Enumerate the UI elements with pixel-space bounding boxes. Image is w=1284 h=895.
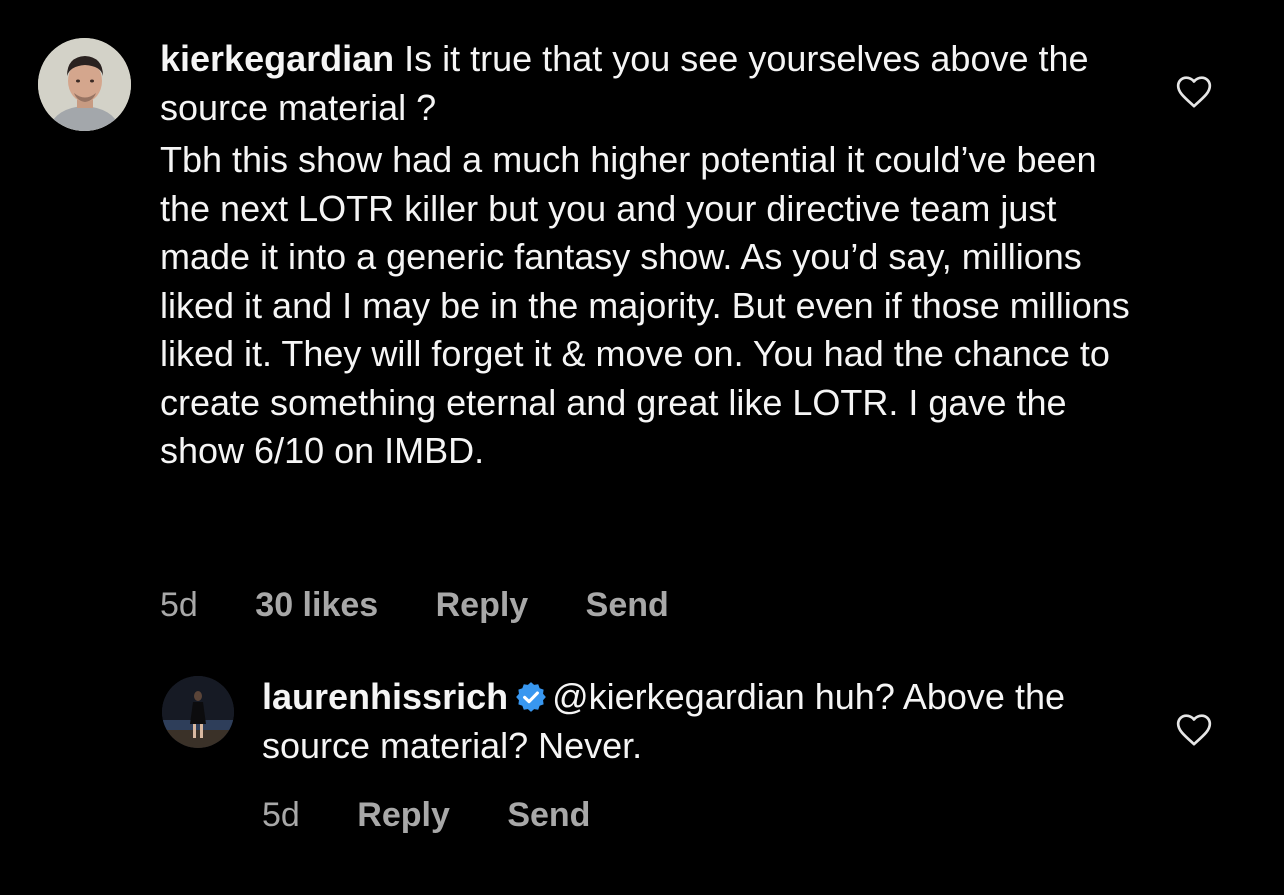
- verified-badge-icon: [516, 682, 546, 712]
- comment-paragraph: Tbh this show had a much higher potentia…: [160, 139, 1130, 471]
- comment-age: 5d: [262, 796, 300, 834]
- send-button[interactable]: Send: [507, 796, 590, 835]
- comment-age: 5d: [160, 586, 198, 624]
- reply-button[interactable]: Reply: [436, 586, 529, 625]
- avatar-photo: [38, 38, 131, 131]
- comment-body: laurenhissrich @kierkegardian huh? Above …: [262, 673, 1162, 770]
- comment-username[interactable]: kierkegardian: [160, 38, 394, 79]
- heart-outline-icon[interactable]: [1174, 72, 1214, 112]
- heart-outline-icon[interactable]: [1174, 710, 1214, 750]
- comment-actions: 5d 30 likes Reply Send: [160, 586, 717, 625]
- comment-first-line: kierkegardian Is it true that you see yo…: [160, 35, 1140, 132]
- reply-button[interactable]: Reply: [357, 796, 450, 835]
- user-avatar[interactable]: [162, 676, 234, 748]
- comment-body: kierkegardian Is it true that you see yo…: [160, 35, 1140, 476]
- user-avatar[interactable]: [38, 38, 131, 131]
- comment-likes-link[interactable]: 30 likes: [255, 586, 378, 625]
- comment-actions: 5d Reply Send: [262, 796, 638, 835]
- comment-username[interactable]: laurenhissrich: [262, 676, 508, 717]
- comment-first-line: laurenhissrich @kierkegardian huh? Above …: [262, 673, 1162, 770]
- avatar-photo: [162, 676, 234, 748]
- send-button[interactable]: Send: [586, 586, 669, 625]
